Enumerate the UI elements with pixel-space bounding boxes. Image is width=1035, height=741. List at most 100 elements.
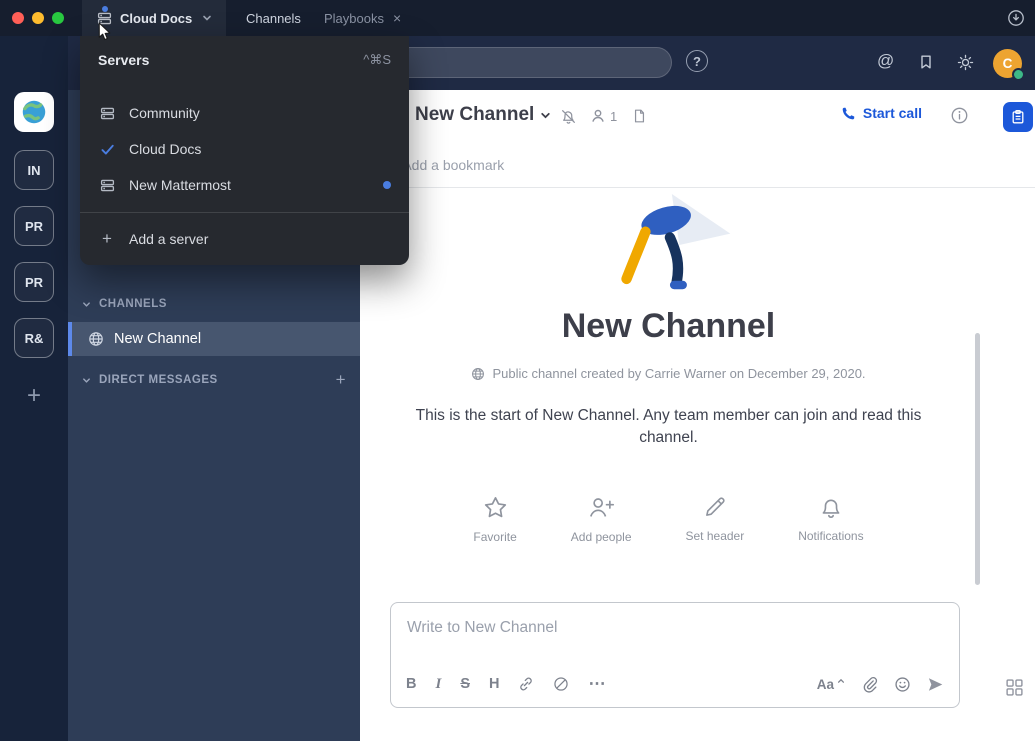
team-item[interactable]: PR — [14, 206, 54, 246]
team-sidebar: IN PR PR R& + — [0, 36, 68, 741]
user-avatar[interactable]: C — [993, 49, 1022, 78]
start-call-label: Start call — [863, 105, 922, 121]
formatting-toolbar: B I S H ⋯ Aa — [391, 661, 959, 707]
menu-item-cloud-docs[interactable]: Cloud Docs — [80, 131, 409, 167]
mentions-icon[interactable]: @ — [877, 52, 894, 69]
mattermost-app-window: Cloud Docs Channels Playbooks × Search ?… — [0, 0, 1035, 741]
team-item-active[interactable] — [14, 92, 54, 132]
channel-intro-byline: Public channel created by Carrie Warner … — [360, 366, 977, 381]
add-server-menu-item[interactable]: + Add a server — [80, 220, 409, 258]
window-minimize-button[interactable] — [32, 12, 44, 24]
saved-posts-icon[interactable] — [918, 54, 934, 70]
team-item[interactable]: R& — [14, 318, 54, 358]
channel-intro-title: New Channel — [360, 307, 977, 346]
server-tab-label: Cloud Docs — [120, 11, 192, 26]
slash-command-icon[interactable] — [553, 676, 569, 692]
help-button[interactable]: ? — [686, 50, 708, 72]
menu-item-label: Community — [129, 105, 200, 121]
team-initials: R& — [25, 331, 44, 346]
gear-icon[interactable] — [956, 53, 975, 72]
byline-text: Public channel created by Carrie Warner … — [492, 366, 865, 381]
server-icon — [98, 178, 116, 193]
heading-button[interactable]: H — [489, 676, 499, 692]
set-header-button[interactable]: Set header — [686, 494, 745, 544]
start-call-button[interactable]: Start call — [841, 105, 922, 121]
bold-button[interactable]: B — [406, 676, 416, 692]
playbooks-rail-button[interactable] — [1003, 102, 1033, 132]
globe-team-avatar — [19, 97, 49, 127]
channel-intro-description: This is the start of New Channel. Any te… — [396, 405, 941, 450]
check-icon — [98, 142, 116, 157]
unread-dot — [383, 181, 391, 189]
person-plus-icon — [587, 494, 616, 521]
add-people-button[interactable]: Add people — [571, 494, 632, 544]
menu-item-label: Cloud Docs — [129, 141, 201, 157]
download-update-icon[interactable] — [1007, 9, 1025, 27]
channel-members-button[interactable]: 1 — [590, 108, 617, 124]
more-formatting-button[interactable]: ⋯ — [588, 674, 606, 694]
add-direct-message-button[interactable]: + — [336, 370, 346, 390]
message-composer[interactable]: Write to New Channel B I S H ⋯ Aa — [390, 602, 960, 708]
emoji-icon[interactable] — [894, 676, 911, 693]
channel-header-title[interactable]: New Channel — [415, 104, 551, 126]
tab-channels[interactable]: Channels — [238, 0, 309, 36]
notifications-button[interactable]: Notifications — [798, 494, 863, 544]
set-header-label: Set header — [686, 529, 745, 543]
format-toggle-button[interactable]: Aa — [817, 677, 845, 692]
pencil-icon — [702, 494, 728, 520]
menu-item-community[interactable]: Community — [80, 95, 409, 131]
clipboard-icon — [1010, 109, 1026, 125]
favorite-label: Favorite — [473, 530, 516, 544]
channel-title-text: New Channel — [415, 104, 534, 126]
online-status-badge — [1012, 68, 1025, 81]
strikethrough-button[interactable]: S — [460, 676, 470, 692]
channels-section-header[interactable]: CHANNELS — [68, 289, 360, 319]
link-icon[interactable] — [518, 676, 534, 692]
active-channel-indicator — [68, 322, 72, 356]
tab-close-icon[interactable]: × — [393, 10, 401, 26]
globe-icon — [471, 367, 485, 381]
team-initials: PR — [25, 275, 43, 290]
main-content: New Channel 1 Start call + — [360, 90, 1035, 741]
add-team-button[interactable]: + — [14, 376, 54, 416]
menu-item-new-mattermost[interactable]: New Mattermost — [80, 167, 409, 203]
sidebar-item-new-channel[interactable]: New Channel — [68, 322, 360, 356]
attachment-icon[interactable] — [861, 676, 878, 693]
italic-button[interactable]: I — [435, 676, 441, 693]
servers-menu-title: Servers — [98, 52, 149, 68]
servers-dropdown-menu: Servers ^⌘S Community Cloud Docs New Mat… — [80, 36, 409, 265]
channel-intro-actions: Favorite Add people Set header — [360, 494, 977, 544]
chevron-down-icon — [540, 110, 551, 121]
mouse-cursor — [98, 22, 112, 43]
message-input[interactable]: Write to New Channel — [391, 603, 959, 637]
plus-icon: + — [98, 229, 116, 249]
bookmark-bar[interactable]: + Add a bookmark — [360, 143, 1035, 188]
menu-divider — [80, 212, 409, 213]
team-item[interactable]: IN — [14, 150, 54, 190]
member-count: 1 — [610, 109, 617, 124]
team-initials: PR — [25, 219, 43, 234]
content-scrollbar[interactable] — [975, 333, 980, 585]
globe-icon — [88, 331, 104, 347]
menu-item-label: New Mattermost — [129, 177, 231, 193]
send-icon[interactable] — [927, 676, 944, 693]
channel-info-icon[interactable] — [950, 106, 969, 125]
chevron-down-icon — [82, 376, 91, 385]
member-icon — [590, 108, 606, 124]
channel-intro-illustration — [594, 194, 744, 294]
favorite-button[interactable]: Favorite — [473, 494, 516, 544]
apps-grid-icon[interactable] — [1005, 678, 1024, 697]
window-maximize-button[interactable] — [52, 12, 64, 24]
server-unread-dot — [102, 6, 108, 12]
team-item[interactable]: PR — [14, 262, 54, 302]
muted-bell-icon[interactable] — [560, 108, 577, 125]
direct-messages-section-header[interactable]: DIRECT MESSAGES + — [68, 365, 360, 395]
composer-right-controls: Aa — [817, 676, 944, 693]
channel-intro: New Channel Public channel created by Ca… — [360, 194, 977, 544]
window-close-button[interactable] — [12, 12, 24, 24]
chevron-down-icon — [202, 13, 212, 23]
tab-playbooks[interactable]: Playbooks × — [316, 0, 409, 36]
bell-icon — [818, 494, 844, 520]
channel-files-icon[interactable] — [632, 108, 647, 124]
servers-menu-shortcut: ^⌘S — [363, 52, 391, 68]
